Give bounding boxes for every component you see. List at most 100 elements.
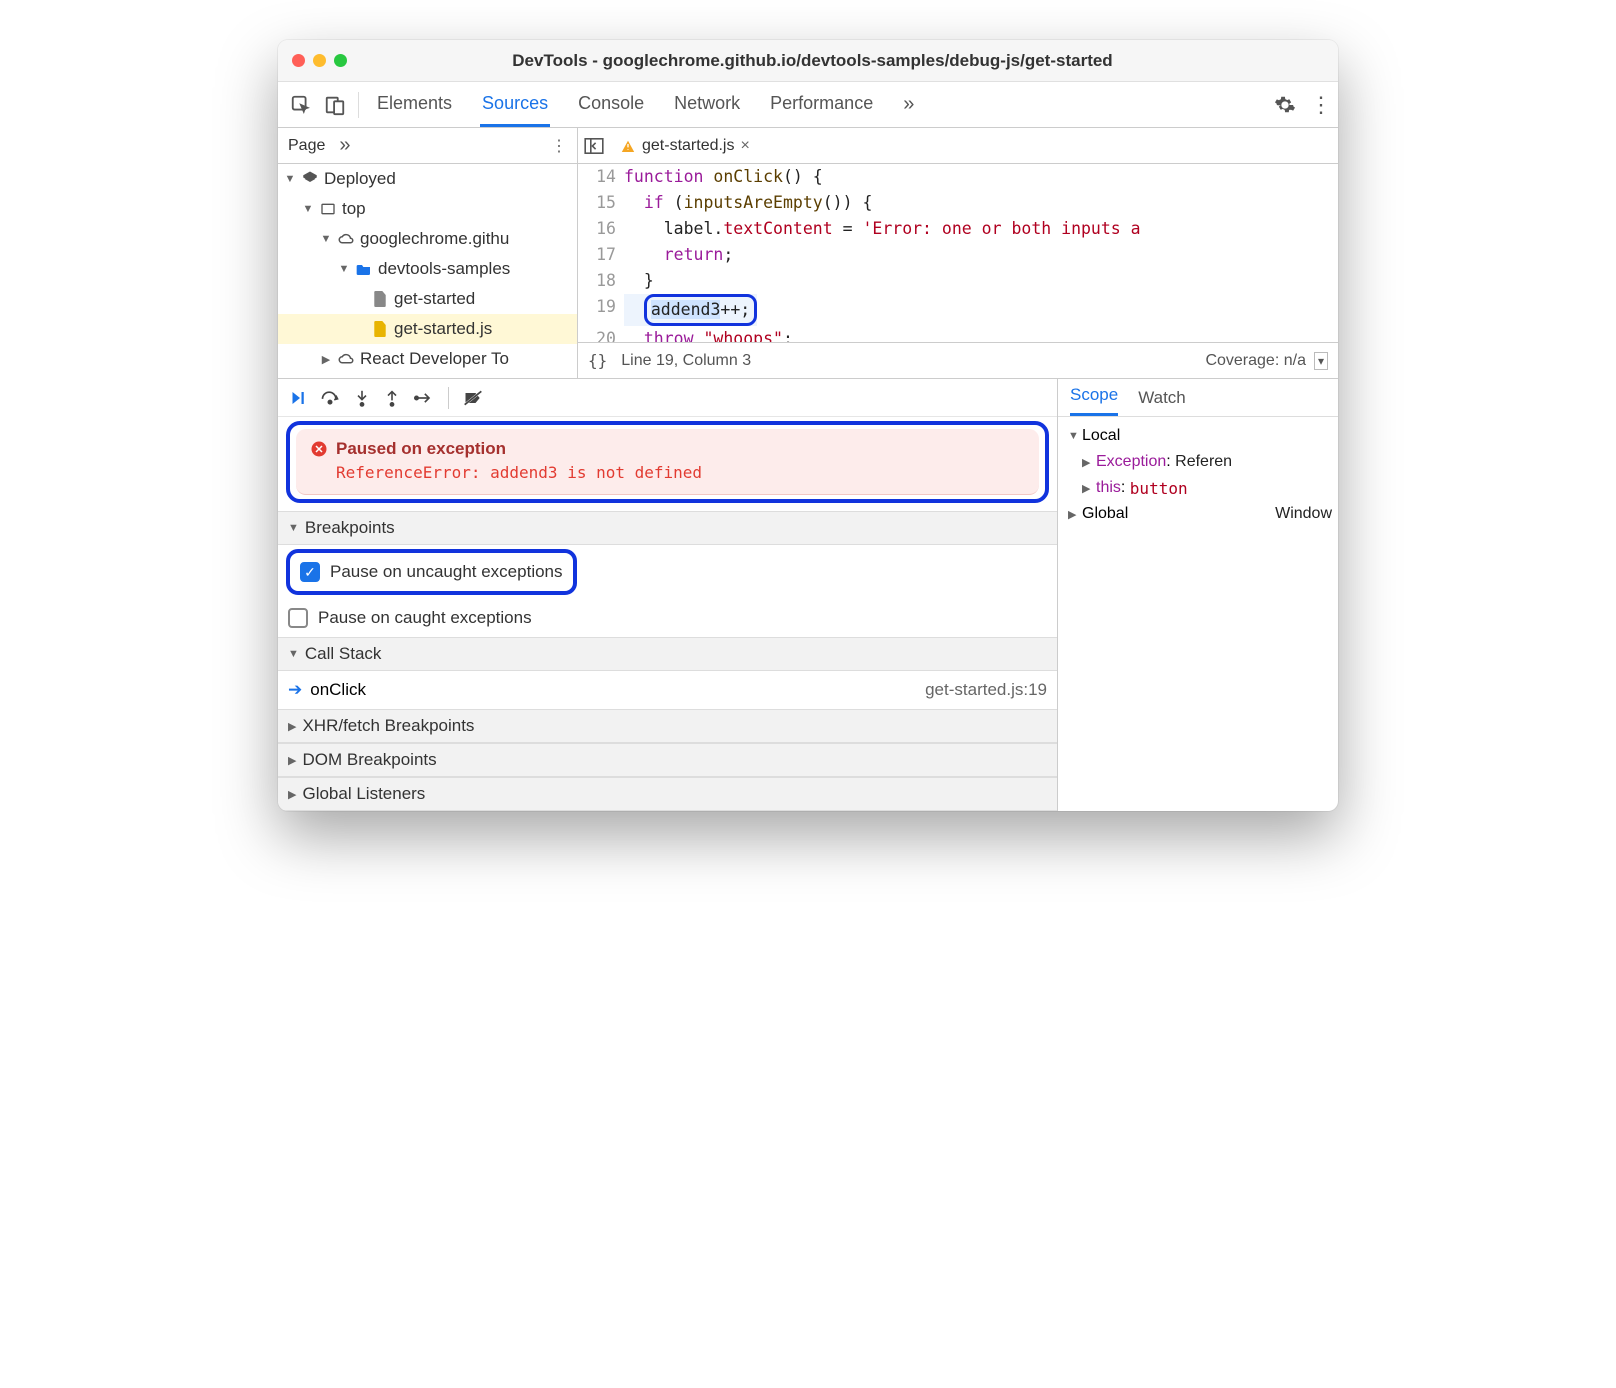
step-over-icon[interactable] bbox=[320, 390, 340, 406]
paused-error: ReferenceError: addend3 is not defined bbox=[336, 463, 1025, 482]
code-line[interactable]: 19 addend3++; bbox=[578, 294, 1338, 326]
tree-node-top[interactable]: ▼top bbox=[278, 194, 577, 224]
close-tab-icon[interactable]: × bbox=[740, 137, 749, 155]
tree-file-html[interactable]: get-started bbox=[278, 284, 577, 314]
pause-caught-label: Pause on caught exceptions bbox=[318, 608, 532, 628]
titlebar: DevTools - googlechrome.github.io/devtoo… bbox=[278, 40, 1338, 82]
code-editor[interactable]: 14function onClick() {15 if (inputsAreEm… bbox=[578, 164, 1338, 342]
navigator-tab-page[interactable]: Page bbox=[288, 137, 325, 155]
tree-node-react[interactable]: ▶React Developer To bbox=[278, 344, 577, 374]
line-number[interactable]: 20 bbox=[578, 326, 624, 342]
deployed-icon bbox=[300, 170, 320, 188]
line-number[interactable]: 15 bbox=[578, 190, 624, 216]
toggle-navigator-icon[interactable] bbox=[584, 138, 612, 154]
cloud-icon bbox=[336, 232, 356, 246]
tab-scope[interactable]: Scope bbox=[1070, 385, 1118, 416]
scope-this[interactable]: ▶this: button bbox=[1064, 475, 1332, 501]
checkbox-checked-icon[interactable]: ✓ bbox=[300, 562, 320, 582]
warning-icon bbox=[620, 138, 636, 154]
panel-tabs: Elements Sources Console Network Perform… bbox=[375, 83, 916, 127]
scope-tabs: Scope Watch bbox=[1058, 379, 1338, 417]
tab-watch[interactable]: Watch bbox=[1138, 388, 1186, 416]
paused-title: Paused on exception bbox=[336, 439, 506, 459]
call-frame[interactable]: ➔ onClick get-started.js:19 bbox=[278, 671, 1057, 709]
pause-caught-row[interactable]: Pause on caught exceptions bbox=[278, 599, 1057, 637]
tree-node-origin[interactable]: ▼googlechrome.githu bbox=[278, 224, 577, 254]
editor-statusbar: {} Line 19, Column 3 Coverage: n/a ▾ bbox=[578, 342, 1338, 378]
settings-icon[interactable] bbox=[1274, 94, 1296, 116]
close-window-button[interactable] bbox=[292, 54, 305, 67]
code-text: if (inputsAreEmpty()) { bbox=[624, 190, 872, 216]
tree-node-folder[interactable]: ▼devtools-samples bbox=[278, 254, 577, 284]
navigator-more-icon[interactable]: ⋮ bbox=[551, 136, 567, 156]
document-icon bbox=[370, 291, 390, 307]
callstack-header[interactable]: ▼Call Stack bbox=[278, 637, 1057, 671]
format-braces-icon[interactable]: {} bbox=[588, 351, 607, 370]
pause-uncaught-row[interactable]: ✓ Pause on uncaught exceptions bbox=[290, 553, 573, 591]
global-listeners-header[interactable]: ▶Global Listeners bbox=[278, 777, 1057, 811]
code-line[interactable]: 18 } bbox=[578, 268, 1338, 294]
breakpoints-header[interactable]: ▼Breakpoints bbox=[278, 511, 1057, 545]
scope-global[interactable]: ▶GlobalWindow bbox=[1064, 501, 1332, 527]
cursor-position: Line 19, Column 3 bbox=[621, 352, 751, 370]
code-text: label.textContent = 'Error: one or both … bbox=[624, 216, 1141, 242]
code-line[interactable]: 15 if (inputsAreEmpty()) { bbox=[578, 190, 1338, 216]
code-line[interactable]: 16 label.textContent = 'Error: one or bo… bbox=[578, 216, 1338, 242]
tab-sources[interactable]: Sources bbox=[480, 83, 550, 127]
line-number[interactable]: 19 bbox=[578, 294, 624, 326]
navigator-header: Page » ⋮ bbox=[278, 128, 577, 164]
editor-tabs: get-started.js × bbox=[578, 128, 1338, 164]
code-line[interactable]: 20 throw "whoops"; bbox=[578, 326, 1338, 342]
code-text: } bbox=[624, 268, 654, 294]
step-icon[interactable] bbox=[414, 391, 434, 405]
device-toolbar-icon[interactable] bbox=[318, 88, 352, 122]
code-text: addend3++; bbox=[624, 294, 757, 326]
tabs-overflow-button[interactable]: » bbox=[901, 83, 916, 127]
code-text: return; bbox=[624, 242, 733, 268]
tab-performance[interactable]: Performance bbox=[768, 83, 875, 127]
tab-network[interactable]: Network bbox=[672, 83, 742, 127]
kebab-menu-icon[interactable]: ⋮ bbox=[1310, 92, 1332, 118]
current-frame-icon: ➔ bbox=[288, 680, 302, 700]
window-title: DevTools - googlechrome.github.io/devtoo… bbox=[361, 51, 1324, 71]
scope-local[interactable]: ▼Local bbox=[1064, 423, 1332, 449]
minimize-window-button[interactable] bbox=[313, 54, 326, 67]
checkbox-unchecked-icon[interactable] bbox=[288, 608, 308, 628]
step-into-icon[interactable] bbox=[354, 389, 370, 407]
tab-elements[interactable]: Elements bbox=[375, 83, 454, 127]
call-frame-name: onClick bbox=[310, 680, 366, 700]
maximize-window-button[interactable] bbox=[334, 54, 347, 67]
dom-breakpoints-header[interactable]: ▶DOM Breakpoints bbox=[278, 743, 1057, 777]
file-tree: ▼Deployed ▼top ▼googlechrome.githu ▼devt… bbox=[278, 164, 577, 378]
step-out-icon[interactable] bbox=[384, 389, 400, 407]
code-line[interactable]: 17 return; bbox=[578, 242, 1338, 268]
devtools-window: DevTools - googlechrome.github.io/devtoo… bbox=[278, 40, 1338, 811]
code-text: function onClick() { bbox=[624, 164, 823, 190]
line-number[interactable]: 18 bbox=[578, 268, 624, 294]
scope-exception[interactable]: ▶Exception: Referen bbox=[1064, 449, 1332, 475]
inspect-element-icon[interactable] bbox=[284, 88, 318, 122]
js-file-icon bbox=[370, 321, 390, 337]
tree-file-js[interactable]: get-started.js bbox=[278, 314, 577, 344]
sources-main: Page » ⋮ ▼Deployed ▼top ▼googlechrome.gi… bbox=[278, 128, 1338, 378]
editor-tab-file[interactable]: get-started.js × bbox=[612, 137, 758, 155]
code-line[interactable]: 14function onClick() { bbox=[578, 164, 1338, 190]
line-number[interactable]: 17 bbox=[578, 242, 624, 268]
paused-banner: Paused on exception ReferenceError: adde… bbox=[296, 429, 1039, 495]
frame-icon bbox=[318, 201, 338, 217]
tree-node-deployed[interactable]: ▼Deployed bbox=[278, 164, 577, 194]
error-circle-icon bbox=[310, 440, 328, 458]
tab-console[interactable]: Console bbox=[576, 83, 646, 127]
pause-uncaught-highlight: ✓ Pause on uncaught exceptions bbox=[286, 549, 577, 595]
line-number[interactable]: 14 bbox=[578, 164, 624, 190]
coverage-label: Coverage: n/a bbox=[1205, 352, 1306, 370]
deactivate-breakpoints-icon[interactable] bbox=[463, 389, 483, 407]
scope-pane: Scope Watch ▼Local ▶Exception: Referen ▶… bbox=[1058, 379, 1338, 811]
main-toolbar: Elements Sources Console Network Perform… bbox=[278, 82, 1338, 128]
coverage-dropdown-icon[interactable]: ▾ bbox=[1314, 352, 1328, 370]
editor-tab-label: get-started.js bbox=[642, 137, 734, 155]
xhr-breakpoints-header[interactable]: ▶XHR/fetch Breakpoints bbox=[278, 709, 1057, 743]
navigator-overflow[interactable]: » bbox=[339, 134, 350, 157]
line-number[interactable]: 16 bbox=[578, 216, 624, 242]
resume-icon[interactable] bbox=[288, 389, 306, 407]
